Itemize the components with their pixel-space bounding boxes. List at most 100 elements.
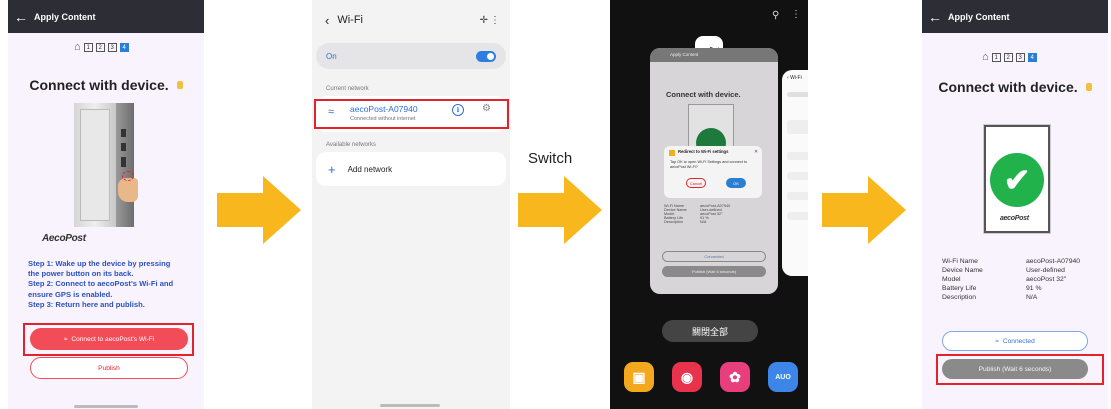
connect-button-label: Connect to aecoPost's Wi-Fi (71, 335, 155, 343)
instruction-line: ensure GPS is enabled. (28, 289, 113, 299)
heading-text: Connect with device. (29, 77, 169, 93)
dialog-cancel-button[interactable]: Cancel (686, 178, 706, 188)
instruction-line: Step 1: Wake up the device by pressing (28, 259, 171, 268)
wifi-header: ‹ Wi-Fi ✛ ⋮ (312, 0, 510, 40)
close-all-label: 關閉全部 (691, 326, 728, 337)
info-value: N/A (700, 220, 707, 224)
back-arrow-icon[interactable]: ← (8, 9, 34, 25)
add-network-item[interactable]: + Add network (316, 152, 506, 186)
instructions: Step 1: Wake up the device by pressing t… (28, 259, 198, 310)
mini-app-title: Apply Content (670, 52, 699, 57)
step-3: 3 (1015, 52, 1025, 62)
more-options-icon[interactable]: ⋮ (791, 9, 801, 20)
network-status: Connected without internet (350, 116, 416, 122)
wifi-on-label: On (326, 51, 337, 61)
dialog-warning-icon (669, 150, 675, 156)
info-key: Description (942, 294, 976, 301)
step-1: 1 (991, 52, 1001, 62)
info-value: N/A (1026, 294, 1038, 301)
auo-app-icon[interactable]: AUO (768, 362, 798, 392)
device-info-table: Wi-Fi Name aecoPost-A07940 Device Name Use… (942, 257, 1080, 302)
publish-button[interactable]: Publish (30, 357, 188, 379)
step-1: 1 (83, 42, 93, 52)
current-network-header: Current network (326, 86, 369, 92)
cancel-label: Cancel (689, 180, 703, 186)
info-key: Model (942, 276, 961, 283)
connect-wifi-button[interactable]: ≈ Connect to aecoPost's Wi-Fi (30, 328, 188, 350)
home-indicator (74, 405, 138, 408)
step-4-active: 4 (1027, 52, 1037, 62)
mini-publish-button: Publish (Wait 6 seconds) (662, 266, 766, 277)
mini-connected-button: Connected (662, 251, 766, 262)
ok-label: OK (733, 180, 739, 186)
wifi-toggle[interactable] (476, 50, 496, 62)
content-area: ⌂ 1 2 3 4 Connect with device. ✔ aecoPos… (922, 33, 1108, 409)
network-name: aecoPost-A07940 (350, 104, 418, 114)
device-photo (74, 103, 138, 227)
brand-logo: aecoPost (1000, 215, 1029, 222)
lightbulb-icon[interactable] (176, 81, 183, 89)
page-heading: Connect with device. (8, 77, 204, 93)
search-icon[interactable]: ⚲ (772, 10, 779, 21)
step-indicator: ⌂ 1 2 3 4 (74, 41, 129, 53)
wifi-icon: ≈ (995, 337, 999, 345)
instruction-line: Step 2: Connect to aecoPost's Wi-Fi and (28, 279, 174, 289)
lightbulb-icon[interactable] (1085, 83, 1092, 91)
mini-publish-label: Publish (Wait 6 seconds) (691, 269, 737, 274)
files-app-icon[interactable]: ▣ (624, 362, 654, 392)
dialog-title: Redirect to Wi-Fi settings (678, 149, 729, 154)
close-all-button[interactable]: 關閉全部 (662, 320, 758, 342)
home-icon[interactable]: ⌂ (982, 51, 989, 63)
dialog-close-icon[interactable]: ✕ (754, 149, 758, 155)
switch-label: Switch (528, 150, 573, 167)
success-check-circle: ✔ (990, 153, 1044, 207)
info-row: Model aecoPost 32" (942, 275, 1080, 284)
wifi-icon: ≈ (63, 335, 68, 343)
heading-text: Connect with device. (938, 79, 1078, 95)
wifi-signal-icon: ≈ (328, 106, 335, 118)
home-icon[interactable]: ⌂ (74, 41, 81, 53)
dialog-ok-button[interactable]: OK (726, 178, 746, 188)
instruction-line: Step 3: Return here and publish. (28, 299, 145, 309)
wifi-toggle-row[interactable]: On (316, 43, 506, 69)
back-chevron-icon[interactable]: ‹ (325, 13, 329, 28)
app-bar-title: Apply Content (948, 11, 1010, 22)
publish-button-label: Publish (98, 364, 120, 372)
step-indicator: ⌂ 1 2 3 4 (982, 51, 1037, 63)
info-key: Description (664, 220, 683, 224)
step-4-active: 4 (119, 42, 129, 52)
available-networks-header: Available networks (326, 142, 376, 148)
more-options-icon[interactable]: ⋮ (490, 15, 500, 26)
info-icon[interactable]: ℹ (452, 104, 464, 116)
recent-wifi-card[interactable]: ‹ Wi-Fi (782, 70, 808, 276)
panel-connected: ← Apply Content ⌂ 1 2 3 4 Connect with d… (922, 0, 1108, 409)
home-indicator (380, 404, 440, 407)
connected-label: Connected (1002, 337, 1035, 345)
panel-wifi-settings: ‹ Wi-Fi ✛ ⋮ On Current network ≈ aecoPos… (312, 0, 510, 409)
info-key: Device Name (942, 267, 983, 274)
wifi-scan-icon[interactable]: ✛ (480, 15, 488, 26)
camera-app-icon[interactable]: ◉ (672, 362, 702, 392)
back-arrow-icon[interactable]: ← (922, 9, 948, 25)
side-card-row (787, 192, 808, 200)
settings-gear-icon[interactable]: ⚙ (482, 103, 491, 114)
side-card-row (787, 172, 808, 180)
add-network-label: Add network (347, 164, 393, 174)
gallery-app-icon[interactable]: ✿ (720, 362, 750, 392)
side-card-row (787, 92, 808, 97)
info-row: Battery Life 91 % (942, 284, 1080, 293)
info-key: Wi-Fi Name (942, 258, 978, 265)
side-card-title: ‹ Wi-Fi (787, 75, 802, 81)
plus-icon: + (328, 161, 336, 177)
redirect-dialog: Redirect to Wi-Fi settings ✕ Tap OK to o… (664, 146, 762, 198)
page-heading: Connect with device. (922, 79, 1108, 95)
app-bar-title: Apply Content (34, 11, 96, 22)
connected-button[interactable]: ≈ Connected (942, 331, 1088, 351)
side-card-title-text: Wi-Fi (790, 75, 802, 81)
side-card-row (787, 152, 808, 160)
device-frame: ✔ aecoPost (984, 125, 1050, 233)
info-row: Device Name User-defined (942, 266, 1080, 275)
mini-heading: Connect with device. (666, 90, 741, 99)
recent-app-card[interactable]: Apply Content Connect with device. Redir… (650, 48, 778, 294)
panel-connect-instructions: ← Apply Content ⌂ 1 2 3 4 Connect with d… (8, 0, 204, 409)
